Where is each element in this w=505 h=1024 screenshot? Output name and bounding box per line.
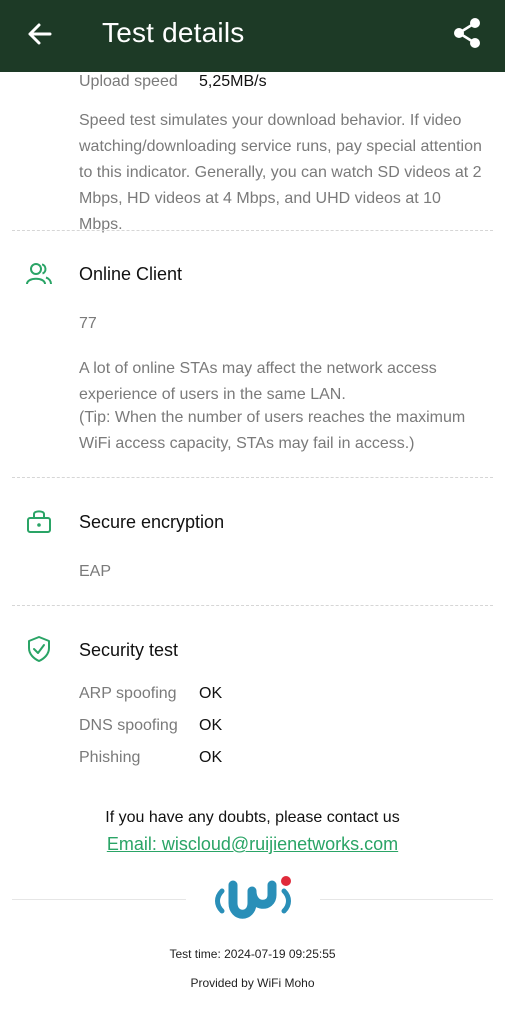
- app-bar: Test details: [0, 0, 505, 72]
- footer-divider-right: [320, 899, 493, 900]
- phishing-result: OK: [199, 749, 223, 766]
- online-client-value: 77: [79, 315, 97, 332]
- speed-description: Speed test simulates your download behav…: [79, 112, 482, 233]
- lock-icon: [27, 510, 51, 533]
- back-arrow-icon[interactable]: [22, 16, 58, 52]
- footer-divider-left: [12, 899, 186, 900]
- divider: [12, 605, 493, 606]
- security-test-title: Security test: [79, 640, 179, 660]
- divider: [12, 230, 493, 231]
- test-time: Test time: 2024-07-19 09:25:55: [169, 947, 336, 961]
- online-client-tip: (Tip: When the number of users reaches t…: [79, 409, 466, 452]
- email-link[interactable]: Email: wiscloud@ruijienetworks.com: [0, 834, 505, 855]
- page-title: Test details: [102, 17, 245, 48]
- encryption-value: EAP: [79, 563, 112, 580]
- dns-spoofing-result: OK: [199, 717, 223, 734]
- online-client-description: A lot of online STAs may affect the netw…: [79, 360, 437, 403]
- users-icon: [26, 263, 52, 285]
- contact-text: If you have any doubts, please contact u…: [105, 809, 400, 826]
- phishing-label: Phishing: [79, 749, 141, 766]
- secure-encryption-title: Secure encryption: [79, 512, 225, 532]
- online-client-title: Online Client: [79, 264, 183, 284]
- arp-spoofing-label: ARP spoofing: [79, 685, 177, 702]
- upload-speed-label: Upload speed: [79, 73, 178, 90]
- upload-speed-value: 5,25MB/s: [199, 73, 267, 90]
- provided-by: Provided by WiFi Moho: [190, 976, 315, 990]
- arp-spoofing-result: OK: [199, 685, 223, 702]
- divider: [12, 477, 493, 478]
- wifi-moho-logo: [215, 876, 291, 919]
- shield-check-icon: [28, 636, 50, 662]
- share-icon[interactable]: [448, 14, 486, 52]
- dns-spoofing-label: DNS spoofing: [79, 717, 178, 734]
